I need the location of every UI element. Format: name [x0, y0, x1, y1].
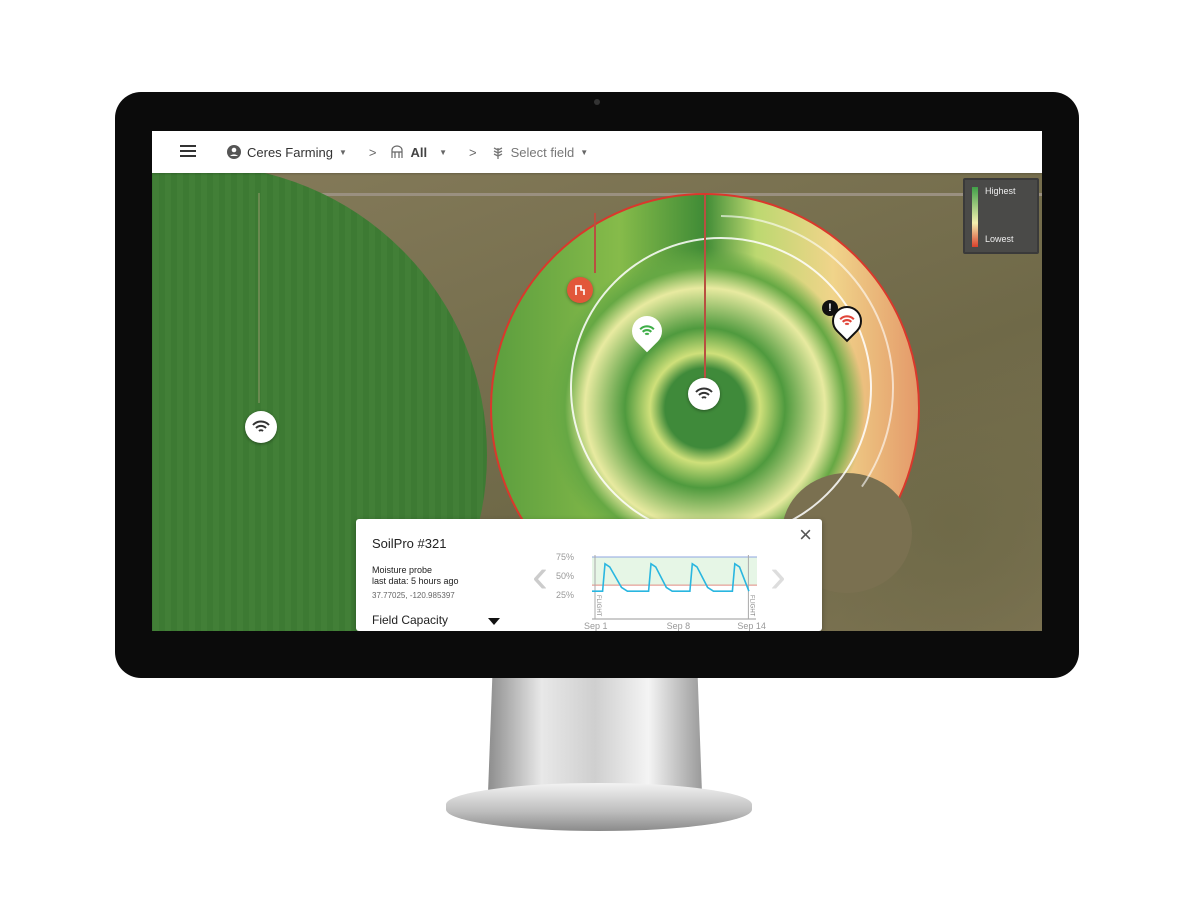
menu-button[interactable] [180, 144, 196, 160]
x-tick-label: Sep 1 [584, 621, 608, 631]
sensor-popup: SoilPro #321 × Moisture probe last data:… [356, 519, 822, 631]
coordinates: 37.77025, -120.985397 [372, 591, 455, 600]
x-tick-label: Sep 14 [737, 621, 766, 631]
pivot-line [704, 195, 706, 395]
org-dropdown[interactable]: Ceres Farming ▼ [227, 145, 347, 160]
sensor-type: Moisture probe [372, 565, 433, 575]
sensor-title: SoilPro #321 [372, 536, 447, 551]
silo-icon [391, 145, 404, 158]
metric-select[interactable]: Field Capacity [372, 613, 448, 627]
y-tick-label: 75% [556, 552, 574, 562]
legend-gradient [972, 187, 978, 247]
top-bar: Ceres Farming ▼ > All ▼ > Select field ▼ [152, 131, 1042, 173]
plant-icon [493, 147, 502, 159]
x-tick-label: Sep 8 [667, 621, 691, 631]
legend-high: Highest [985, 186, 1016, 196]
org-name: Ceres Farming [247, 144, 333, 160]
target-band [592, 557, 757, 586]
last-data: last data: 5 hours ago [372, 576, 459, 586]
irrigation-marker[interactable] [567, 277, 593, 303]
y-tick-label: 25% [556, 590, 574, 600]
pump-icon [575, 285, 585, 295]
sensor-marker[interactable] [245, 411, 277, 443]
wifi-icon [839, 315, 855, 326]
satellite-map[interactable]: ! Highest Lowest SoilPro #321 × Moisture… [152, 173, 1042, 631]
alert-badge-icon: ! [822, 300, 838, 316]
close-button[interactable]: × [799, 522, 812, 548]
flight-label: FLIGHT [748, 595, 754, 617]
monitor-base [446, 783, 752, 831]
field-placeholder: Select field [510, 144, 575, 160]
caret-icon: ▼ [338, 147, 347, 157]
moisture-chart: FLIGHT FLIGHT 75% 50% 25% Sep 1 Sep 8 Sep 14 [556, 552, 766, 631]
chart-prev-button[interactable]: ‹ [532, 553, 548, 601]
caret-icon: ▼ [580, 147, 589, 157]
wifi-icon [252, 420, 270, 432]
account-circle-icon [227, 145, 241, 159]
farm-name: All [410, 144, 428, 160]
caret-down-icon[interactable] [488, 618, 500, 625]
field-dropdown[interactable]: Select field ▼ [491, 144, 589, 160]
webcam [594, 99, 600, 105]
heatmap-legend: Highest Lowest [963, 178, 1039, 254]
wifi-icon [695, 387, 713, 399]
legend-low: Lowest [985, 234, 1014, 244]
breadcrumb-separator: > [368, 144, 377, 160]
wifi-icon [639, 325, 655, 336]
pivot-sensor-marker[interactable] [688, 378, 720, 410]
pivot-line [258, 193, 260, 403]
caret-icon: ▼ [439, 147, 448, 157]
farm-dropdown[interactable]: All ▼ [390, 145, 447, 160]
y-tick-label: 50% [556, 571, 574, 581]
hamburger-icon [180, 144, 196, 157]
monitor-stand [488, 678, 702, 793]
pivot-line [594, 213, 596, 273]
screen: ! Highest Lowest SoilPro #321 × Moisture… [152, 131, 1042, 631]
flight-label: FLIGHT [595, 595, 601, 617]
breadcrumb-separator: > [469, 144, 477, 160]
